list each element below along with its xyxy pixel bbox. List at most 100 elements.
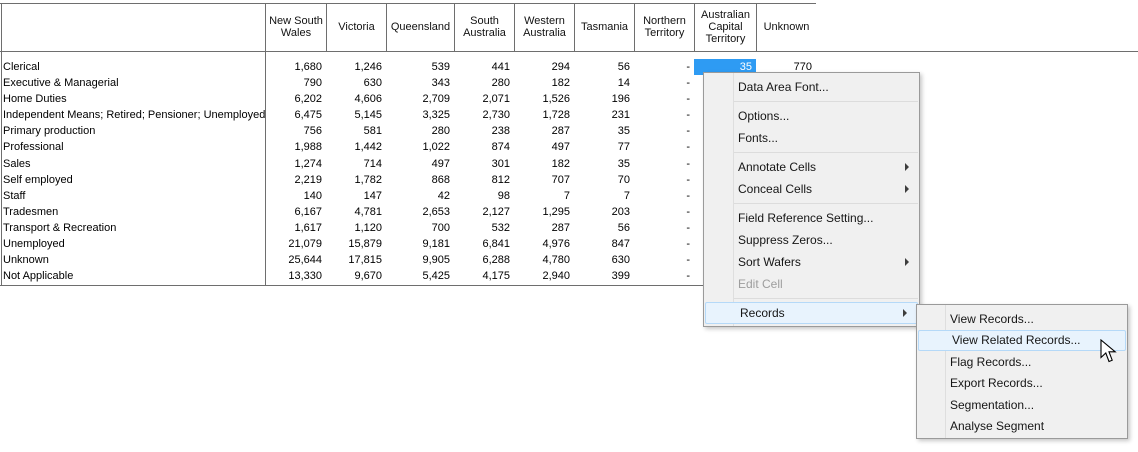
cell[interactable]: 700 [386, 220, 454, 236]
cell[interactable]: 196 [574, 91, 634, 107]
cell[interactable]: 2,940 [514, 268, 574, 284]
cell[interactable]: 847 [574, 236, 634, 252]
table-row[interactable]: Unemployed 21,079 15,879 9,181 6,841 4,9… [0, 236, 816, 252]
cell[interactable]: 15,879 [326, 236, 386, 252]
column-header-victoria[interactable]: Victoria [327, 3, 386, 51]
cell[interactable]: 1,295 [514, 204, 574, 220]
cell[interactable]: 497 [514, 139, 574, 155]
cell[interactable]: 98 [454, 188, 514, 204]
cell[interactable]: 280 [386, 123, 454, 139]
table-row[interactable]: Executive & Managerial 790 630 343 280 1… [0, 75, 816, 91]
cell[interactable]: 7 [514, 188, 574, 204]
cell[interactable]: 5,145 [326, 107, 386, 123]
cell[interactable]: 399 [574, 268, 634, 284]
cell[interactable]: 7 [574, 188, 634, 204]
table-row[interactable]: Staff 140 147 42 98 7 7 - [0, 188, 816, 204]
cell[interactable]: 5,425 [386, 268, 454, 284]
cell[interactable]: 140 [265, 188, 326, 204]
menu-item-options[interactable]: Options... [704, 105, 919, 127]
menu-item-conceal-cells[interactable]: Conceal Cells [704, 178, 919, 200]
table-row[interactable]: Self employed 2,219 1,782 868 812 707 70… [0, 172, 816, 188]
cell[interactable]: 1,988 [265, 139, 326, 155]
cell[interactable]: 147 [326, 188, 386, 204]
cell[interactable]: 6,288 [454, 252, 514, 268]
cell[interactable]: 9,181 [386, 236, 454, 252]
table-row[interactable]: Independent Means; Retired; Pensioner; U… [0, 107, 816, 123]
cell[interactable]: 1,274 [265, 156, 326, 172]
cell[interactable]: 714 [326, 156, 386, 172]
cell[interactable]: 539 [386, 59, 454, 75]
submenu-item-segmentation[interactable]: Segmentation... [917, 394, 1127, 416]
cell[interactable]: - [634, 268, 694, 284]
column-header-south-australia[interactable]: South Australia [455, 3, 514, 51]
cell[interactable]: - [634, 123, 694, 139]
submenu-item-view-related-records[interactable]: View Related Records... [918, 330, 1126, 352]
menu-item-sort-wafers[interactable]: Sort Wafers [704, 251, 919, 273]
cell[interactable]: 13,330 [265, 268, 326, 284]
cell[interactable]: - [634, 139, 694, 155]
column-header-new-south-wales[interactable]: New South Wales [266, 3, 326, 51]
cell[interactable]: 1,526 [514, 91, 574, 107]
cell[interactable]: 294 [514, 59, 574, 75]
menu-item-fonts[interactable]: Fonts... [704, 127, 919, 149]
cell[interactable]: 1,782 [326, 172, 386, 188]
column-header-australian-capital-territory[interactable]: Australian Capital Territory [695, 3, 756, 51]
cell[interactable]: 790 [265, 75, 326, 91]
table-row[interactable]: Transport & Recreation 1,617 1,120 700 5… [0, 220, 816, 236]
cell[interactable]: 6,475 [265, 107, 326, 123]
cell[interactable]: 1,246 [326, 59, 386, 75]
cell[interactable]: 42 [386, 188, 454, 204]
cell[interactable]: 4,175 [454, 268, 514, 284]
cell[interactable]: - [634, 204, 694, 220]
cell[interactable]: - [634, 236, 694, 252]
cell[interactable]: 280 [454, 75, 514, 91]
cell[interactable]: 3,325 [386, 107, 454, 123]
cell[interactable]: 1,442 [326, 139, 386, 155]
column-header-northern-territory[interactable]: Northern Territory [635, 3, 694, 51]
cell[interactable]: 343 [386, 75, 454, 91]
table-row[interactable]: Sales 1,274 714 497 301 182 35 - [0, 156, 816, 172]
cell[interactable]: 2,730 [454, 107, 514, 123]
cell[interactable]: 182 [514, 156, 574, 172]
cell[interactable]: 6,167 [265, 204, 326, 220]
cell[interactable]: 35 [574, 123, 634, 139]
cell[interactable]: 4,976 [514, 236, 574, 252]
cell[interactable]: 2,219 [265, 172, 326, 188]
cell[interactable]: 182 [514, 75, 574, 91]
cell[interactable]: 203 [574, 204, 634, 220]
submenu-item-view-records[interactable]: View Records... [917, 308, 1127, 330]
cell[interactable]: 532 [454, 220, 514, 236]
cell[interactable]: - [634, 156, 694, 172]
cell[interactable]: 4,606 [326, 91, 386, 107]
table-row[interactable]: Professional 1,988 1,442 1,022 874 497 7… [0, 139, 816, 155]
table-row[interactable]: Home Duties 6,202 4,606 2,709 2,071 1,52… [0, 91, 816, 107]
cell[interactable]: 6,202 [265, 91, 326, 107]
menu-item-records[interactable]: Records [705, 302, 918, 324]
column-header-queensland[interactable]: Queensland [387, 3, 454, 51]
cell[interactable]: - [634, 188, 694, 204]
cell[interactable]: - [634, 91, 694, 107]
cell[interactable]: 1,120 [326, 220, 386, 236]
table-row[interactable]: Tradesmen 6,167 4,781 2,653 2,127 1,295 … [0, 204, 816, 220]
submenu-item-flag-records[interactable]: Flag Records... [917, 351, 1127, 373]
cell[interactable]: 707 [514, 172, 574, 188]
cell[interactable]: - [634, 220, 694, 236]
cell[interactable]: 287 [514, 220, 574, 236]
cell[interactable]: 812 [454, 172, 514, 188]
cell[interactable]: 56 [574, 59, 634, 75]
cell[interactable]: 14 [574, 75, 634, 91]
submenu-item-analyse-segment[interactable]: Analyse Segment [917, 416, 1127, 438]
cell[interactable]: - [634, 107, 694, 123]
cell[interactable]: 6,841 [454, 236, 514, 252]
column-header-tasmania[interactable]: Tasmania [575, 3, 634, 51]
cell[interactable]: 2,709 [386, 91, 454, 107]
cell[interactable]: 2,653 [386, 204, 454, 220]
cell[interactable]: 2,127 [454, 204, 514, 220]
cell[interactable]: 9,670 [326, 268, 386, 284]
cell[interactable]: 56 [574, 220, 634, 236]
table-row[interactable]: Clerical 1,680 1,246 539 441 294 56 - 35… [0, 59, 816, 75]
menu-item-field-reference-setting[interactable]: Field Reference Setting... [704, 207, 919, 229]
menu-item-annotate-cells[interactable]: Annotate Cells [704, 156, 919, 178]
cell[interactable]: 21,079 [265, 236, 326, 252]
cell[interactable]: 868 [386, 172, 454, 188]
